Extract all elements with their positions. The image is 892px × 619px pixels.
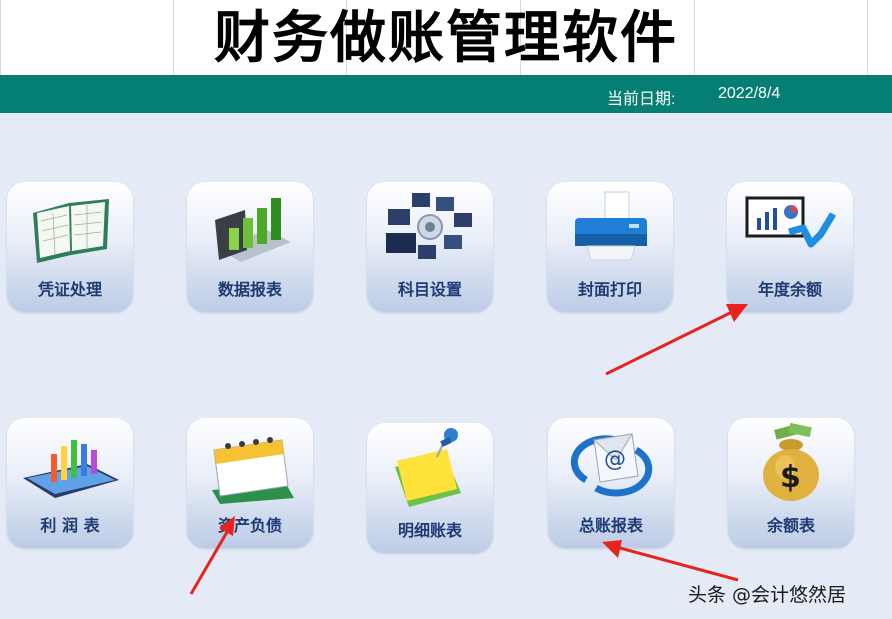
calendar-icon [187,424,313,504]
svg-text:$: $ [780,460,801,495]
title-banner: 财务做账管理软件 [0,0,892,75]
tile-label: 总账报表 [578,516,643,535]
email-at-icon: @ [548,424,674,504]
printer-icon [547,188,673,268]
tile-label: 凭证处理 [37,280,102,299]
tile-label: 利 润 表 [40,516,100,535]
column-chart-icon [7,424,133,504]
account-settings-button[interactable]: 科目设置 [367,182,493,312]
detail-ledger-button[interactable]: 明细账表 [367,423,493,553]
tile-label: 年度余额 [757,280,822,299]
tile-label: 明细账表 [397,521,462,540]
tile-label: 余额表 [766,516,815,535]
sticky-note-pin-icon [367,428,493,509]
svg-text:@: @ [604,447,626,472]
cover-print-button[interactable]: 封面打印 [547,182,673,312]
watermark-text: 头条 @会计悠然居 [688,584,847,606]
balance-sheet-button[interactable]: 资产负债 [187,418,313,548]
current-date-label: 当前日期: [607,91,676,108]
trend-chart-icon [727,188,853,268]
data-report-button[interactable]: 数据报表 [187,182,313,312]
settings-network-icon [367,188,493,268]
balance-table-button[interactable]: $ 余额表 [728,418,854,548]
profit-statement-button[interactable]: 利 润 表 [7,418,133,548]
tile-label: 资产负债 [217,516,282,535]
money-bag-icon: $ [728,423,854,504]
ledger-book-icon [7,188,133,268]
tile-label: 科目设置 [397,280,462,299]
general-ledger-report-button[interactable]: @ 总账报表 [548,418,674,548]
voucher-processing-button[interactable]: 凭证处理 [7,182,133,312]
annual-balance-button[interactable]: 年度余额 [727,182,853,312]
bar-chart-3d-icon [187,188,313,268]
app-title: 财务做账管理软件 [214,4,678,71]
tile-label: 封面打印 [577,280,642,299]
date-bar: 当前日期: 2022/8/4 [0,75,892,113]
current-date-value: 2022/8/4 [718,85,781,102]
tile-label: 数据报表 [217,280,282,299]
